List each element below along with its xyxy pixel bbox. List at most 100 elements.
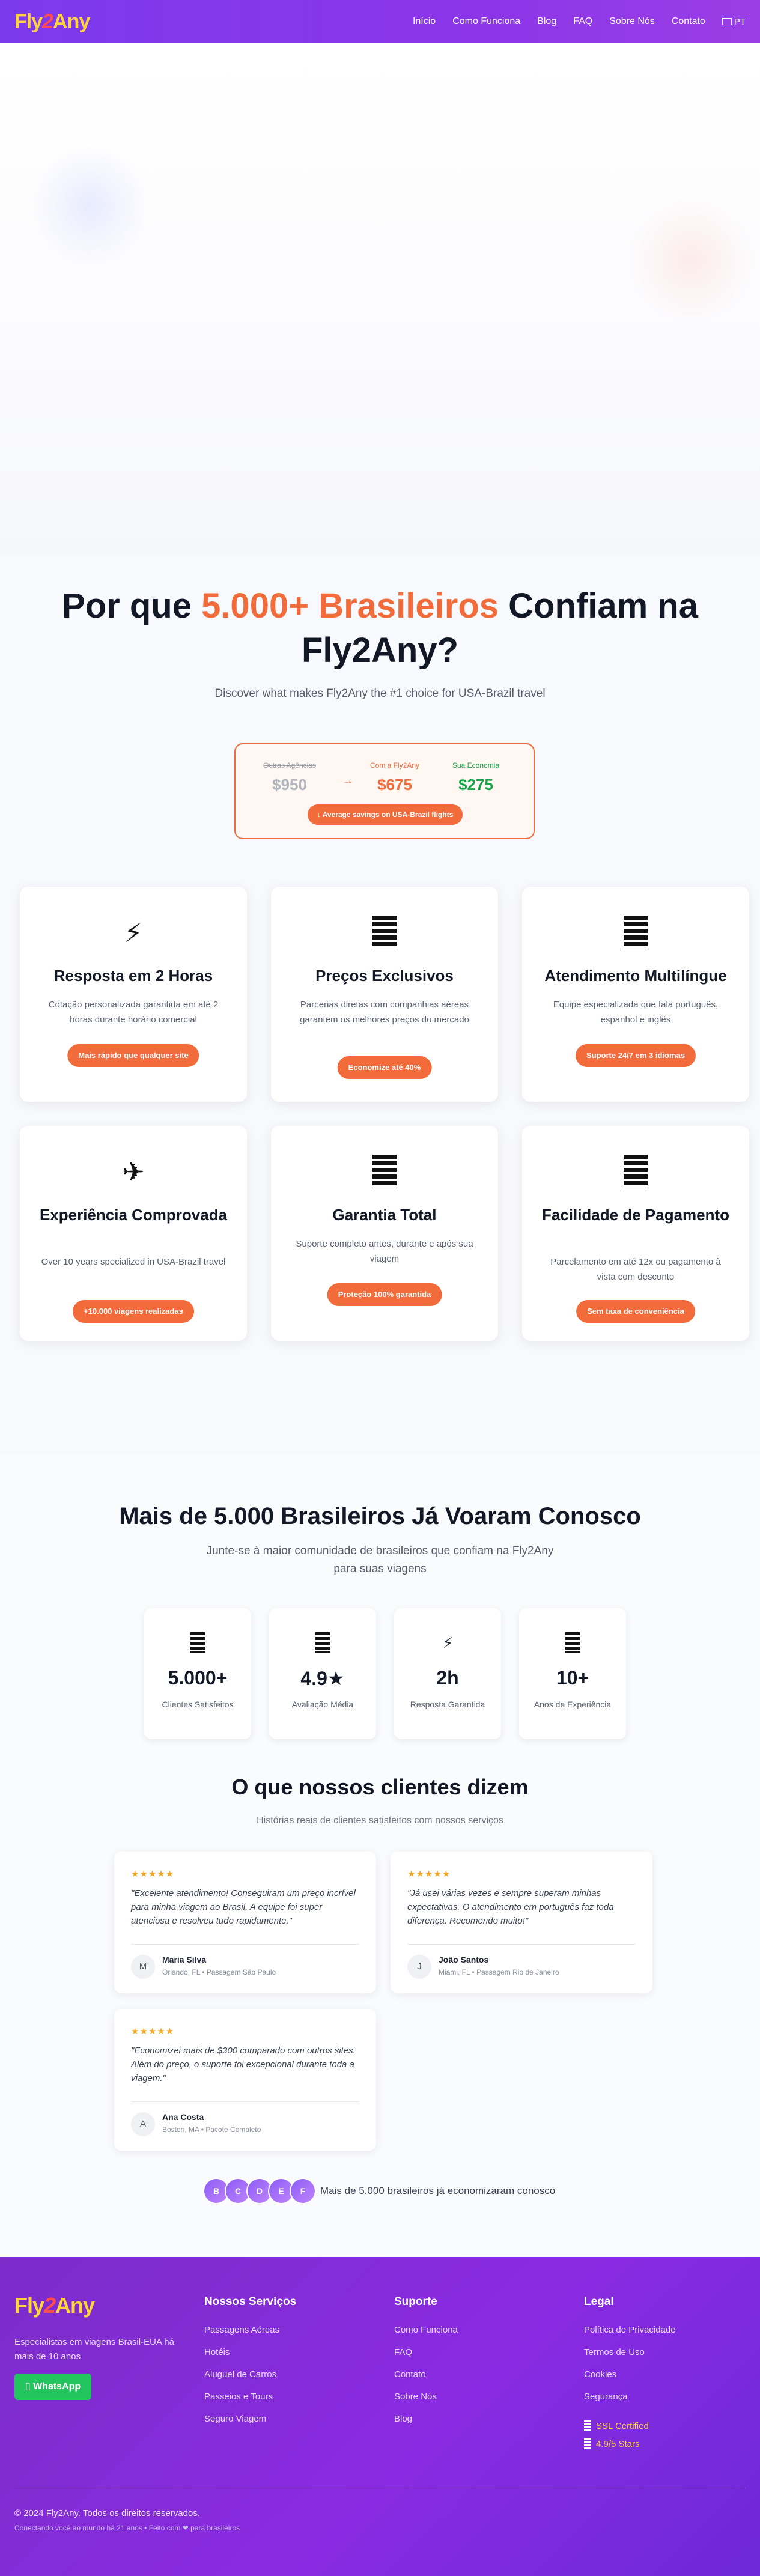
footer-link[interactable]: Passagens Aéreas bbox=[204, 2323, 354, 2338]
stat-value: 4.9★ bbox=[300, 1668, 345, 1689]
testimonial-meta: Orlando, FL • Passagem São Paulo bbox=[162, 1968, 276, 1976]
footer-link[interactable]: Seguro Viagem bbox=[204, 2412, 354, 2426]
footer-description: Especialistas em viagens Brasil-EUA há m… bbox=[14, 2337, 174, 2362]
feature-card-title: Preços Exclusivos bbox=[315, 967, 454, 985]
feature-card-payment: Facilidade de Pagamento Parcelamento em … bbox=[522, 1126, 749, 1341]
nav-link-inicio[interactable]: Início bbox=[413, 16, 436, 27]
stat-label: Avaliação Média bbox=[291, 1700, 354, 1709]
testimonial-quote: "Economizei mais de $300 comparado com o… bbox=[131, 2046, 356, 2083]
testimonial-name: Maria Silva bbox=[162, 1955, 207, 1964]
why-section: Por que 5.000+ Brasileiros Confiam na Fl… bbox=[0, 554, 760, 1455]
footer-copyright: © 2024 Fly2Any. Todos os direitos reserv… bbox=[14, 2508, 200, 2518]
feature-card-title: Experiência Comprovada bbox=[39, 1206, 228, 1224]
footer-column-title: Nossos Serviços bbox=[204, 2295, 297, 2308]
rating-stars-icon: ★★★★★ bbox=[407, 1869, 451, 1879]
testimonial-name: Ana Costa bbox=[162, 2112, 204, 2122]
hero-blob-right bbox=[625, 193, 757, 326]
footer-link[interactable]: Como Funciona bbox=[394, 2323, 544, 2338]
rating-badge: 4.9/5 Stars bbox=[584, 2438, 734, 2449]
testimonial-card: ★★★★★ "Já usei várias vezes e sempre sup… bbox=[391, 1852, 652, 1993]
feature-card-text: Suporte completo antes, durante e após s… bbox=[296, 1239, 473, 1264]
testimonial-quote: "Já usei várias vezes e sempre superam m… bbox=[407, 1888, 614, 1926]
feature-card-multilingual: Atendimento Multilíngue Equipe especiali… bbox=[522, 887, 749, 1102]
savings-old-label: Outras Agências bbox=[263, 761, 317, 770]
why-title-highlight: 5.000+ Brasileiros bbox=[201, 586, 499, 625]
logo-any: Any bbox=[53, 10, 90, 33]
testimonial-quote: "Excelente atendimento! Conseguiram um p… bbox=[131, 1888, 356, 1926]
ssl-badge: SSL Certified bbox=[584, 2420, 734, 2431]
social-title: Mais de 5.000 Brasileiros Já Voaram Cono… bbox=[119, 1503, 641, 1530]
avatar: J bbox=[407, 1955, 431, 1979]
footer-link[interactable]: FAQ bbox=[394, 2345, 544, 2360]
footer-link[interactable]: Segurança bbox=[584, 2390, 734, 2404]
badge-label: 4.9/5 Stars bbox=[596, 2438, 640, 2449]
lightning-icon: ⚡ bbox=[442, 1634, 454, 1652]
money-icon bbox=[271, 916, 498, 952]
badge-label: SSL Certified bbox=[596, 2420, 649, 2431]
footer-link[interactable]: Política de Privacidade bbox=[584, 2323, 734, 2338]
nav-link-sobre-nos[interactable]: Sobre Nós bbox=[609, 16, 655, 27]
divider bbox=[131, 2101, 359, 2102]
footer-link[interactable]: Hotéis bbox=[204, 2345, 354, 2360]
footer: Fly 2 Any Especialistas em viagens Brasil-… bbox=[0, 2257, 760, 2576]
nav-link-contato[interactable]: Contato bbox=[672, 16, 705, 27]
footer-made-with: Conectando você ao mundo há 21 anos • Fe… bbox=[14, 2524, 240, 2532]
airplane-icon: ✈ bbox=[122, 1158, 145, 1187]
social-proof-section: Mais de 5.000 Brasileiros Já Voaram Cono… bbox=[0, 1455, 760, 2257]
flag-icon bbox=[722, 18, 732, 25]
stat-label: Anos de Experiência bbox=[534, 1700, 612, 1709]
star-icon bbox=[269, 1632, 376, 1658]
footer-logo[interactable]: Fly 2 Any bbox=[14, 2293, 95, 2318]
stat-card-clients: 5.000+ Clientes Satisfeitos bbox=[144, 1608, 251, 1739]
feature-card-text: Cotação personalizada garantida em até 2… bbox=[48, 1000, 219, 1025]
savings-comparison-box: Outras Agências $950 → Com a Fly2Any $67… bbox=[234, 743, 535, 839]
avatar: F bbox=[290, 2178, 316, 2204]
savings-eco-label: Sua Economia bbox=[452, 761, 500, 770]
avatar: M bbox=[131, 1955, 155, 1979]
savings-old-value: $950 bbox=[272, 776, 307, 794]
feature-card-title: Garantia Total bbox=[332, 1206, 437, 1224]
savings-new-label: Com a Fly2Any bbox=[369, 761, 420, 770]
footer-link[interactable]: Blog bbox=[394, 2412, 544, 2426]
testimonial-card: ★★★★★ "Excelente atendimento! Conseguira… bbox=[114, 1852, 376, 1993]
calendar-icon bbox=[519, 1632, 626, 1658]
whatsapp-button[interactable]: ▯ WhatsApp bbox=[14, 2374, 91, 2400]
nav-link-blog[interactable]: Blog bbox=[537, 16, 556, 27]
footer-link[interactable]: Contato bbox=[394, 2368, 544, 2382]
testimonial-card: ★★★★★ "Economizei mais de $300 comparado… bbox=[114, 2009, 376, 2151]
avatar-stack: B C D E F bbox=[203, 2178, 316, 2204]
feature-card-badge: +10.000 viagens realizadas bbox=[73, 1300, 194, 1323]
users-icon bbox=[144, 1632, 251, 1658]
footer-link[interactable]: Cookies bbox=[584, 2368, 734, 2382]
stat-card-rating: 4.9★ Avaliação Média bbox=[269, 1608, 376, 1739]
footer-link[interactable]: Aluguel de Carros bbox=[204, 2368, 354, 2382]
social-subtitle: Junte-se à maior comunidade de brasileir… bbox=[206, 1545, 554, 1575]
feature-card-badge: Sem taxa de conveniência bbox=[576, 1300, 695, 1323]
feature-card-text: Equipe especializada que fala português,… bbox=[553, 1000, 719, 1025]
language-label: PT bbox=[734, 16, 746, 27]
rating-stars-icon: ★★★★★ bbox=[131, 2026, 175, 2037]
testimonial-meta: Boston, MA • Pacote Completo bbox=[162, 2125, 261, 2134]
footer-legal-column: Legal Política de Privacidade Termos de … bbox=[584, 2295, 734, 2456]
feature-card-badge: Suporte 24/7 em 3 idiomas bbox=[575, 1044, 696, 1067]
footer-column-title: Suporte bbox=[394, 2295, 437, 2308]
feature-card-experience: ✈ Experiência Comprovada Over 10 years s… bbox=[20, 1126, 247, 1341]
logo[interactable]: Fly 2 Any bbox=[14, 10, 90, 34]
testimonials-subtitle: Histórias reais de clientes satisfeitos … bbox=[257, 1815, 503, 1826]
feature-card-badge: Mais rápido que qualquer site bbox=[67, 1044, 199, 1067]
savings-new-value: $675 bbox=[377, 776, 412, 794]
feature-card-title: Atendimento Multilíngue bbox=[544, 967, 727, 985]
nav-link-faq[interactable]: FAQ bbox=[573, 16, 592, 27]
language-selector[interactable]: PT bbox=[722, 17, 746, 27]
footer-link[interactable]: Passeios e Tours bbox=[204, 2390, 354, 2404]
why-title-pre: Por que bbox=[62, 586, 202, 625]
savings-fly2any: Com a Fly2Any $675 bbox=[359, 761, 431, 794]
stat-label: Resposta Garantida bbox=[410, 1700, 485, 1709]
top-navbar: Fly 2 Any Início Como Funciona Blog FAQ So… bbox=[0, 0, 760, 43]
footer-link[interactable]: Termos de Uso bbox=[584, 2345, 734, 2360]
footer-link[interactable]: Sobre Nós bbox=[394, 2390, 544, 2404]
nav-link-como-funciona[interactable]: Como Funciona bbox=[452, 16, 520, 27]
footer-column-title: Legal bbox=[584, 2295, 614, 2308]
feature-card-text: Parcelamento em até 12x ou pagamento à v… bbox=[550, 1257, 721, 1282]
rating-stars-icon: ★★★★★ bbox=[131, 1869, 175, 1879]
